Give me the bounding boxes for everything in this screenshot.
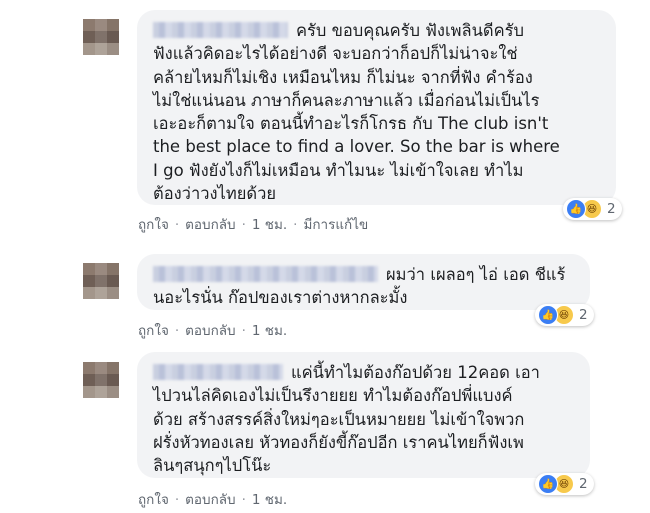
- comment-text: ครับ ขอบคุณครับ ฟังเพลินดีครับ ฟังแล้วคิ…: [153, 19, 600, 205]
- comment-line: ด้วย สร้างสรรค์สิ่งใหม่ๆอะเป็นหมายยย ไม่…: [153, 409, 525, 429]
- separator: ·: [241, 492, 246, 508]
- avatar[interactable]: [83, 19, 119, 55]
- reaction-summary[interactable]: 👍 😆 2: [535, 473, 594, 495]
- reply-link[interactable]: ตอบกลับ: [185, 319, 235, 341]
- author-name[interactable]: [153, 364, 283, 380]
- comment-line: ครับ ขอบคุณครับ ฟังเพลินดีครับ: [296, 21, 524, 40]
- comment-line: ต้องว่าวงไทยด้วย: [153, 184, 277, 204]
- reaction-summary[interactable]: 👍 😆 2: [563, 198, 622, 220]
- reply-link[interactable]: ตอบกลับ: [185, 213, 235, 235]
- comment-line: the best place to find a lover. So the b…: [153, 137, 560, 157]
- separator: ·: [174, 323, 180, 339]
- reply-link[interactable]: ตอบกลับ: [185, 488, 235, 510]
- like-icon: 👍: [566, 199, 586, 219]
- like-link[interactable]: ถูกใจ: [138, 213, 169, 235]
- comment-bubble: ครับ ขอบคุณครับ ฟังเพลินดีครับ ฟังแล้วคิ…: [137, 10, 616, 205]
- comment-actions: ถูกใจ · ตอบกลับ · 1 ชม.: [138, 488, 287, 510]
- reaction-count: 2: [579, 476, 588, 492]
- timestamp-link[interactable]: 1 ชม.: [252, 213, 287, 235]
- avatar[interactable]: [83, 362, 119, 398]
- separator: ·: [293, 217, 298, 233]
- reaction-count: 2: [579, 307, 588, 323]
- like-link[interactable]: ถูกใจ: [138, 319, 169, 341]
- comment-bubble: แค่นี้ทำไมต้องก๊อปด้วย 12คอด เอา ไปวนไล่…: [137, 352, 590, 478]
- separator: ·: [174, 217, 180, 233]
- separator: ·: [174, 492, 180, 508]
- comment-actions: ถูกใจ · ตอบกลับ · 1 ชม. · มีการแก้ไข: [138, 213, 368, 235]
- author-name[interactable]: [153, 22, 288, 38]
- comment-bubble: ผมว่า เผลอๆ ไอ่ เอด ชีแร้ นอะไรนั่น ก๊อป…: [137, 254, 590, 310]
- comment-line: ฝรั่งหัวทองเลย หัวทองก็ยังขี้ก๊อปอีก เรา…: [153, 432, 524, 452]
- timestamp-link[interactable]: 1 ชม.: [252, 319, 287, 341]
- comment-line: ไปวนไล่คิดเองไม่เป็นรึงายยย ทำไมต้องก๊อป…: [153, 386, 513, 406]
- edited-link[interactable]: มีการแก้ไข: [303, 213, 368, 235]
- comment-line: ลินๆสนุกๆไปโน๊ะ: [153, 456, 272, 476]
- reaction-summary[interactable]: 👍 😆 2: [535, 304, 594, 326]
- avatar[interactable]: [83, 263, 119, 299]
- comment-line: นอะไรนั่น ก๊อปของเราต่างหากละมั้ง: [153, 288, 408, 308]
- comment-line: ฟังแล้วคิดอะไรได้อย่างดี จะบอกว่าก็อปก็ไ…: [153, 44, 518, 64]
- comment-actions: ถูกใจ · ตอบกลับ · 1 ชม.: [138, 319, 287, 341]
- comment-line: คล้ายไหมก็ไม่เชิง เหมือนไหม ก็ไม่นะ จากท…: [153, 67, 533, 87]
- comment-line: แค่นี้ทำไมต้องก๊อปด้วย 12คอด เอา: [291, 363, 540, 382]
- like-link[interactable]: ถูกใจ: [138, 488, 169, 510]
- comment-text: แค่นี้ทำไมต้องก๊อปด้วย 12คอด เอา ไปวนไล่…: [153, 361, 574, 477]
- timestamp-link[interactable]: 1 ชม.: [252, 488, 287, 510]
- reaction-count: 2: [607, 201, 616, 217]
- author-name[interactable]: [153, 266, 378, 282]
- separator: ·: [241, 217, 246, 233]
- comment-line: I go ฟังยังไงก็ไม่เหมือน ทำไมนะ ไม่เข้าใ…: [153, 160, 524, 180]
- comment-text: ผมว่า เผลอๆ ไอ่ เอด ชีแร้ นอะไรนั่น ก๊อป…: [153, 263, 574, 310]
- like-icon: 👍: [538, 305, 558, 325]
- comment-line: ไม่ใช่แน่นอน ภาษาก็คนละภาษาแล้ว เมื่อก่อ…: [153, 90, 540, 110]
- like-icon: 👍: [538, 474, 558, 494]
- separator: ·: [241, 323, 246, 339]
- comment-line: เอะอะก็ตามใจ ตอนนี้ทำอะไรก็โกรธ กับ The …: [153, 114, 549, 134]
- comment-line: ผมว่า เผลอๆ ไอ่ เอด ชีแร้: [386, 265, 566, 284]
